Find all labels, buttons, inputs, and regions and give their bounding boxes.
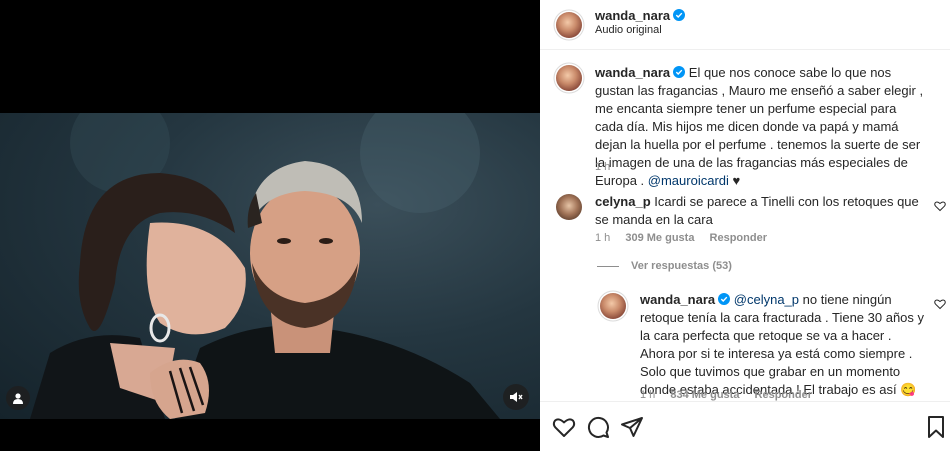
- post-author: wanda_nara: [595, 8, 686, 23]
- reply-likes[interactable]: 834 Me gusta: [670, 389, 739, 401]
- comment-like-heart-icon[interactable]: [934, 200, 946, 212]
- video-still-image: [30, 113, 500, 419]
- reply-author[interactable]: wanda_nara: [640, 292, 715, 307]
- caption-body: El que nos conoce sabe lo que nos gustan…: [595, 65, 924, 188]
- user-icon: [13, 393, 23, 404]
- comment-author[interactable]: celyna_p: [595, 194, 651, 209]
- caption-suffix: ♥: [728, 173, 741, 188]
- bookmark-icon[interactable]: [924, 415, 948, 439]
- avatar[interactable]: [556, 12, 582, 38]
- comment-time[interactable]: 1 h: [595, 232, 610, 244]
- caption-mention[interactable]: @mauroicardi: [648, 173, 729, 188]
- caption-text: wanda_nara El que nos conoce sabe lo que…: [595, 64, 925, 190]
- comment-reply-button[interactable]: Responder: [710, 232, 767, 244]
- verified-badge-icon: [673, 66, 686, 78]
- share-icon[interactable]: [620, 415, 644, 439]
- post-actions-bar: [540, 401, 950, 451]
- author-username[interactable]: wanda_nara: [595, 8, 670, 23]
- reply-text: wanda_nara @celyna_p no tiene ningún ret…: [640, 291, 925, 399]
- muted-speaker-icon: [510, 392, 523, 402]
- reply-meta: 1 h 834 Me gusta Responder: [640, 389, 824, 401]
- caption-meta: 1 h: [595, 161, 622, 173]
- verified-badge-icon: [718, 293, 731, 305]
- post-header: wanda_nara Audio original: [540, 0, 950, 50]
- caption-avatar[interactable]: [556, 65, 582, 91]
- caption-time[interactable]: 1 h: [595, 161, 610, 173]
- post-video-frame[interactable]: [0, 113, 540, 419]
- divider-line: [597, 265, 619, 267]
- audio-label[interactable]: Audio original: [595, 24, 662, 36]
- heart-icon[interactable]: [552, 415, 576, 439]
- reply-body: no tiene ningún retoque tenía la cara fr…: [640, 292, 925, 397]
- reply-time[interactable]: 1 h: [640, 389, 655, 401]
- comment-avatar[interactable]: [556, 194, 582, 220]
- reply-mention[interactable]: @celyna_p: [734, 292, 799, 307]
- tagged-users-button[interactable]: [6, 386, 30, 410]
- reply-reply-button[interactable]: Responder: [755, 389, 812, 401]
- view-replies-button[interactable]: Ver respuestas (53): [597, 260, 732, 272]
- view-replies-label: Ver respuestas (53): [631, 260, 732, 272]
- post-side-panel: wanda_nara Audio original wanda_nara El …: [540, 0, 950, 451]
- reply-like-heart-icon[interactable]: [934, 298, 946, 310]
- caption-author[interactable]: wanda_nara: [595, 65, 670, 80]
- comment-meta: 1 h 309 Me gusta Responder: [595, 232, 779, 244]
- verified-badge-icon: [673, 9, 686, 21]
- comment-likes[interactable]: 309 Me gusta: [625, 232, 694, 244]
- comment-icon[interactable]: [586, 415, 610, 439]
- mute-button[interactable]: [503, 384, 529, 410]
- comment-text: celyna_p Icardi se parece a Tinelli con …: [595, 193, 925, 229]
- reply-avatar[interactable]: [600, 293, 626, 319]
- post-media[interactable]: [0, 0, 540, 451]
